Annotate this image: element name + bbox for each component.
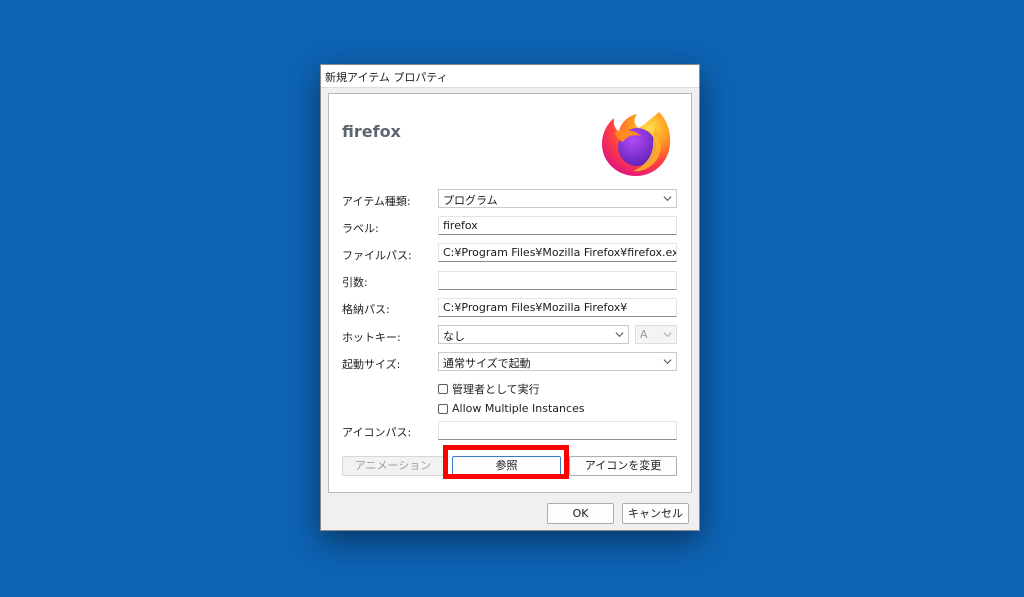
launch-size-value: 通常サイズで起動 [443,357,531,370]
arguments-label: 引数: [342,276,368,289]
hotkey-key-value: A [640,328,648,341]
browse-button[interactable]: 参照 [452,456,561,476]
firefox-logo-icon [602,112,671,176]
chevron-down-icon [663,332,672,338]
app-name: firefox [342,122,401,141]
launch-size-select[interactable]: 通常サイズで起動 [438,352,677,371]
multiple-instances-checkbox[interactable]: Allow Multiple Instances [438,402,585,415]
item-type-value: プログラム [443,194,498,207]
checkbox-box[interactable] [438,403,448,414]
hotkey-value: なし [443,330,465,343]
hotkey-label: ホットキー: [342,331,401,344]
working-dir-label: 格納パス: [342,303,390,316]
hotkey-select[interactable]: なし [438,325,629,344]
icon-path-label: アイコンパス: [342,426,412,439]
file-path-input[interactable]: C:¥Program Files¥Mozilla Firefox¥firefox… [438,243,677,262]
file-path-label: ファイルパス: [342,249,412,262]
label-input[interactable]: firefox [438,216,677,235]
properties-panel: firefox アイテム種類: プログラム ラベル: firefox ファイルパ… [328,93,692,493]
chevron-down-icon [663,196,672,202]
label-field-label: ラベル: [342,222,379,235]
checkbox-box[interactable] [438,384,448,394]
icon-path-input[interactable] [438,421,677,440]
item-type-select[interactable]: プログラム [438,189,677,208]
window-title: 新規アイテム プロパティ [325,71,448,84]
arguments-input[interactable] [438,271,677,290]
launch-size-label: 起動サイズ: [342,358,401,371]
run-as-admin-checkbox[interactable]: 管理者として実行 [438,381,540,397]
chevron-down-icon [615,332,624,338]
cancel-button[interactable]: キャンセル [622,503,689,524]
item-type-label: アイテム種類: [342,195,411,208]
working-dir-input[interactable]: C:¥Program Files¥Mozilla Firefox¥ [438,298,677,317]
chevron-down-icon [663,359,672,365]
animation-button[interactable]: アニメーション [342,456,444,476]
hotkey-key-select[interactable]: A [635,325,677,344]
item-properties-dialog: 新規アイテム プロパティ firefox アイテム種類: プログラム ラベル: … [320,64,700,531]
run-as-admin-label: 管理者として実行 [452,383,540,396]
multiple-instances-label: Allow Multiple Instances [452,402,585,415]
change-icon-button[interactable]: アイコンを変更 [569,456,677,476]
ok-button[interactable]: OK [547,503,614,524]
title-bar[interactable]: 新規アイテム プロパティ [321,65,699,88]
